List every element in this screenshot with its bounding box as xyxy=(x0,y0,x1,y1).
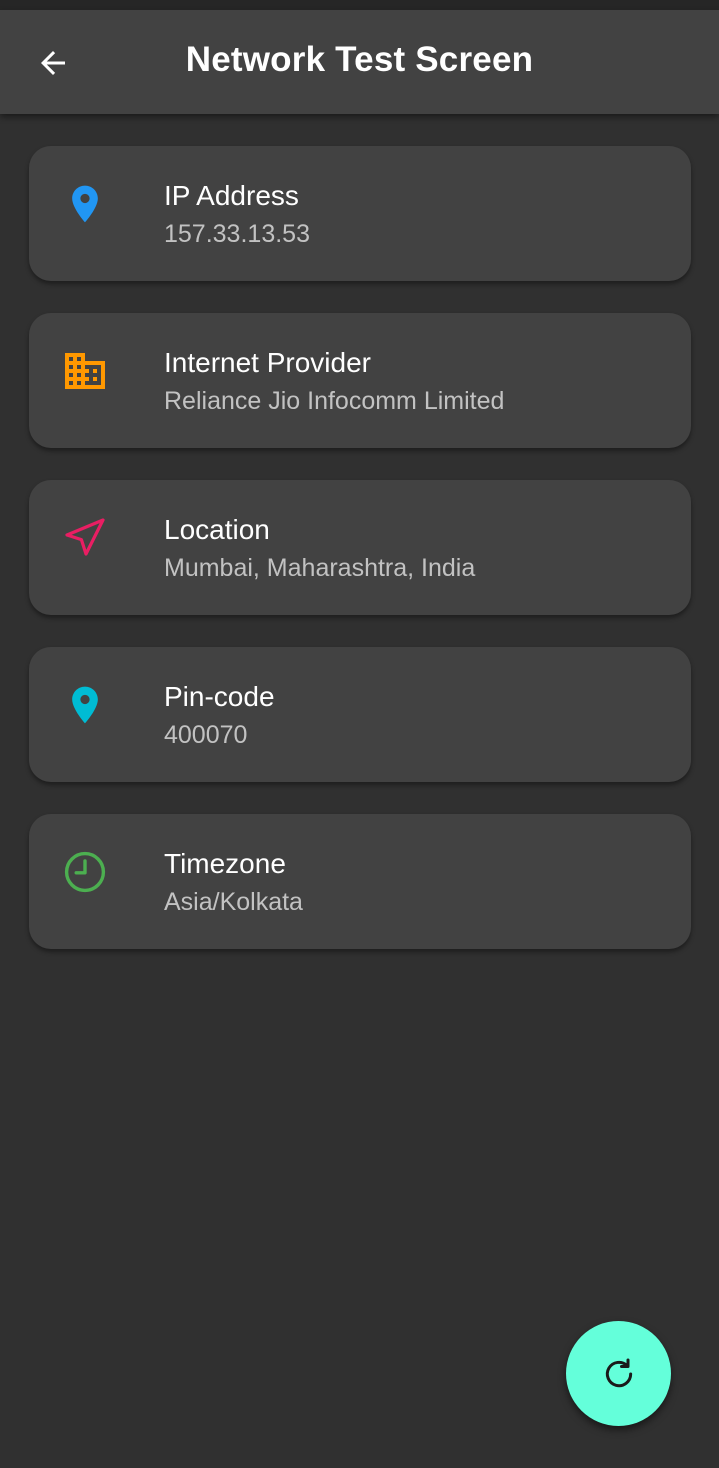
status-bar xyxy=(0,0,719,10)
location-pin-icon xyxy=(59,679,111,731)
card-title: Pin-code xyxy=(164,681,275,712)
card-title: Timezone xyxy=(164,848,286,879)
refresh-icon xyxy=(605,1358,632,1387)
card-timezone: Timezone Asia/Kolkata xyxy=(29,814,691,949)
card-internet-provider: Internet Provider Reliance Jio Infocomm … xyxy=(29,313,691,448)
card-value: Asia/Kolkata xyxy=(164,888,303,916)
card-value: 157.33.13.53 xyxy=(164,220,310,248)
card-value: 400070 xyxy=(164,721,248,749)
refresh-button[interactable] xyxy=(566,1321,671,1426)
card-value: Mumbai, Maharashtra, India xyxy=(164,554,476,582)
info-list: IP Address 157.33.13.53 Internet Provide… xyxy=(29,146,691,981)
navigation-icon xyxy=(59,512,111,564)
card-pin-code: Pin-code 400070 xyxy=(29,647,691,782)
card-location: Location Mumbai, Maharashtra, India xyxy=(29,480,691,615)
card-ip-address: IP Address 157.33.13.53 xyxy=(29,146,691,281)
app-bar: Network Test Screen xyxy=(0,10,719,114)
clock-icon xyxy=(59,846,111,898)
card-title: Location xyxy=(164,514,270,545)
card-title: IP Address xyxy=(164,180,299,211)
location-pin-icon xyxy=(59,178,111,230)
card-value: Reliance Jio Infocomm Limited xyxy=(164,387,505,415)
card-title: Internet Provider xyxy=(164,347,371,378)
page-title: Network Test Screen xyxy=(185,40,534,79)
business-icon xyxy=(59,345,111,397)
